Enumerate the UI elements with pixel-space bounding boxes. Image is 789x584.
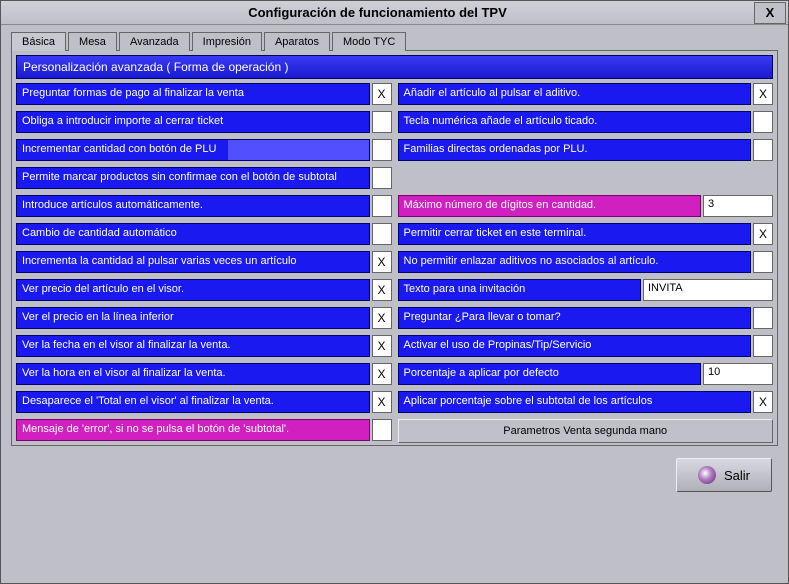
option-checkbox[interactable] xyxy=(753,307,773,329)
option-checkbox[interactable] xyxy=(753,139,773,161)
exit-label: Salir xyxy=(724,468,750,483)
opt-no-enlazar-aditivos: No permitir enlazar aditivos no asociado… xyxy=(398,251,774,273)
option-checkbox[interactable]: X xyxy=(372,279,392,301)
option-checkbox[interactable] xyxy=(753,335,773,357)
opt-max-digitos-cantidad: Máximo número de dígitos en cantidad. 3 xyxy=(398,195,774,217)
exit-icon xyxy=(698,466,716,484)
tab-impresion[interactable]: Impresión xyxy=(192,32,262,51)
option-label: Ver el precio en la línea inferior xyxy=(16,307,370,329)
option-checkbox[interactable] xyxy=(372,223,392,245)
tabbar: Básica Mesa Avanzada Impresión Aparatos … xyxy=(1,25,788,50)
window-title: Configuración de funcionamiento del TPV xyxy=(1,5,754,20)
option-label: No permitir enlazar aditivos no asociado… xyxy=(398,251,752,273)
option-label: Activar el uso de Propinas/Tip/Servicio xyxy=(398,335,752,357)
option-checkbox[interactable]: X xyxy=(753,83,773,105)
option-checkbox[interactable]: X xyxy=(372,363,392,385)
option-label: Ver precio del artículo en el visor. xyxy=(16,279,370,301)
section-header: Personalización avanzada ( Forma de oper… xyxy=(16,55,773,79)
opt-anadir-articulo-aditivo: Añadir el artículo al pulsar el aditivo.… xyxy=(398,83,774,105)
option-label: Añadir el artículo al pulsar el aditivo. xyxy=(398,83,752,105)
left-column: Preguntar formas de pago al finalizar la… xyxy=(16,83,392,441)
option-input[interactable]: INVITA xyxy=(643,279,773,301)
opt-ver-fecha-visor: Ver la fecha en el visor al finalizar la… xyxy=(16,335,392,357)
window-close-button[interactable]: X xyxy=(754,2,786,24)
tab-aparatos[interactable]: Aparatos xyxy=(264,32,330,51)
opt-ver-hora-visor: Ver la hora en el visor al finalizar la … xyxy=(16,363,392,385)
spacer xyxy=(398,167,774,189)
option-label: Introduce artículos automáticamente. xyxy=(16,195,370,217)
opt-preguntar-llevar-tomar: Preguntar ¿Para llevar o tomar? xyxy=(398,307,774,329)
opt-marcar-sin-confirmar: Permite marcar productos sin confirmae c… xyxy=(16,167,392,189)
option-label: Texto para una invitación xyxy=(398,279,642,301)
opt-preguntar-formas-pago: Preguntar formas de pago al finalizar la… xyxy=(16,83,392,105)
main-panel: Personalización avanzada ( Forma de oper… xyxy=(11,50,778,446)
option-label: Cambio de cantidad automático xyxy=(16,223,370,245)
opt-tecla-numerica-anade: Tecla numérica añade el artículo ticado. xyxy=(398,111,774,133)
tab-avanzada[interactable]: Avanzada xyxy=(119,32,190,51)
opt-porcentaje-subtotal: Aplicar porcentaje sobre el subtotal de … xyxy=(398,391,774,413)
option-label: Preguntar formas de pago al finalizar la… xyxy=(16,83,370,105)
option-checkbox[interactable] xyxy=(372,419,392,441)
opt-incrementar-plu: Incrementar cantidad con botón de PLU xyxy=(16,139,392,161)
option-label: Porcentaje a aplicar por defecto xyxy=(398,363,702,385)
option-label: Incrementa la cantidad al pulsar varias … xyxy=(16,251,370,273)
option-checkbox[interactable]: X xyxy=(372,251,392,273)
option-checkbox[interactable] xyxy=(372,111,392,133)
columns: Preguntar formas de pago al finalizar la… xyxy=(16,83,773,441)
opt-desaparece-total: Desaparece el 'Total en el visor' al fin… xyxy=(16,391,392,413)
opt-ver-precio-linea-inferior: Ver el precio en la línea inferior X xyxy=(16,307,392,329)
option-label: Máximo número de dígitos en cantidad. xyxy=(398,195,702,217)
option-label: Preguntar ¿Para llevar o tomar? xyxy=(398,307,752,329)
option-label: Desaparece el 'Total en el visor' al fin… xyxy=(16,391,370,413)
option-checkbox[interactable]: X xyxy=(372,83,392,105)
option-checkbox[interactable] xyxy=(753,111,773,133)
opt-mensaje-error-subtotal: Mensaje de 'error', si no se pulsa el bo… xyxy=(16,419,392,441)
footer: Salir xyxy=(1,452,788,492)
option-checkbox[interactable]: X xyxy=(372,307,392,329)
option-input[interactable]: 3 xyxy=(703,195,773,217)
option-checkbox[interactable]: X xyxy=(372,335,392,357)
option-checkbox[interactable]: X xyxy=(753,391,773,413)
opt-familias-ordenadas-plu: Familias directas ordenadas por PLU. xyxy=(398,139,774,161)
option-label: Incrementar cantidad con botón de PLU xyxy=(16,139,370,161)
parametros-segunda-mano-button[interactable]: Parametros Venta segunda mano xyxy=(398,419,774,443)
btn-parametros-segunda-mano-row: Parametros Venta segunda mano xyxy=(398,419,774,441)
option-label: Obliga a introducir importe al cerrar ti… xyxy=(16,111,370,133)
option-label: Tecla numérica añade el artículo ticado. xyxy=(398,111,752,133)
option-label: Familias directas ordenadas por PLU. xyxy=(398,139,752,161)
opt-incrementa-pulsar-varios: Incrementa la cantidad al pulsar varias … xyxy=(16,251,392,273)
tab-modo-tyc[interactable]: Modo TYC xyxy=(332,32,406,51)
titlebar: Configuración de funcionamiento del TPV … xyxy=(1,1,788,25)
option-label: Permite marcar productos sin confirmae c… xyxy=(16,167,370,189)
tab-basica[interactable]: Básica xyxy=(11,32,66,51)
option-checkbox[interactable]: X xyxy=(753,223,773,245)
option-checkbox[interactable] xyxy=(372,139,392,161)
option-label: Ver la fecha en el visor al finalizar la… xyxy=(16,335,370,357)
opt-permitir-cerrar-ticket: Permitir cerrar ticket en este terminal.… xyxy=(398,223,774,245)
option-label: Permitir cerrar ticket en este terminal. xyxy=(398,223,752,245)
option-checkbox[interactable] xyxy=(753,251,773,273)
option-label: Ver la hora en el visor al finalizar la … xyxy=(16,363,370,385)
option-input[interactable]: 10 xyxy=(703,363,773,385)
opt-porcentaje-defecto: Porcentaje a aplicar por defecto 10 xyxy=(398,363,774,385)
config-window: Configuración de funcionamiento del TPV … xyxy=(0,0,789,584)
opt-ver-precio-visor: Ver precio del artículo en el visor. X xyxy=(16,279,392,301)
opt-cambio-cantidad-auto: Cambio de cantidad automático xyxy=(16,223,392,245)
option-checkbox[interactable] xyxy=(372,195,392,217)
opt-texto-invitacion: Texto para una invitación INVITA xyxy=(398,279,774,301)
right-column: Añadir el artículo al pulsar el aditivo.… xyxy=(398,83,774,441)
opt-activar-propinas: Activar el uso de Propinas/Tip/Servicio xyxy=(398,335,774,357)
option-checkbox[interactable] xyxy=(372,167,392,189)
opt-obliga-importe: Obliga a introducir importe al cerrar ti… xyxy=(16,111,392,133)
option-label: Aplicar porcentaje sobre el subtotal de … xyxy=(398,391,752,413)
tab-mesa[interactable]: Mesa xyxy=(68,32,117,51)
option-label: Mensaje de 'error', si no se pulsa el bo… xyxy=(16,419,370,441)
opt-introduce-auto: Introduce artículos automáticamente. xyxy=(16,195,392,217)
exit-button[interactable]: Salir xyxy=(676,458,772,492)
option-checkbox[interactable]: X xyxy=(372,391,392,413)
